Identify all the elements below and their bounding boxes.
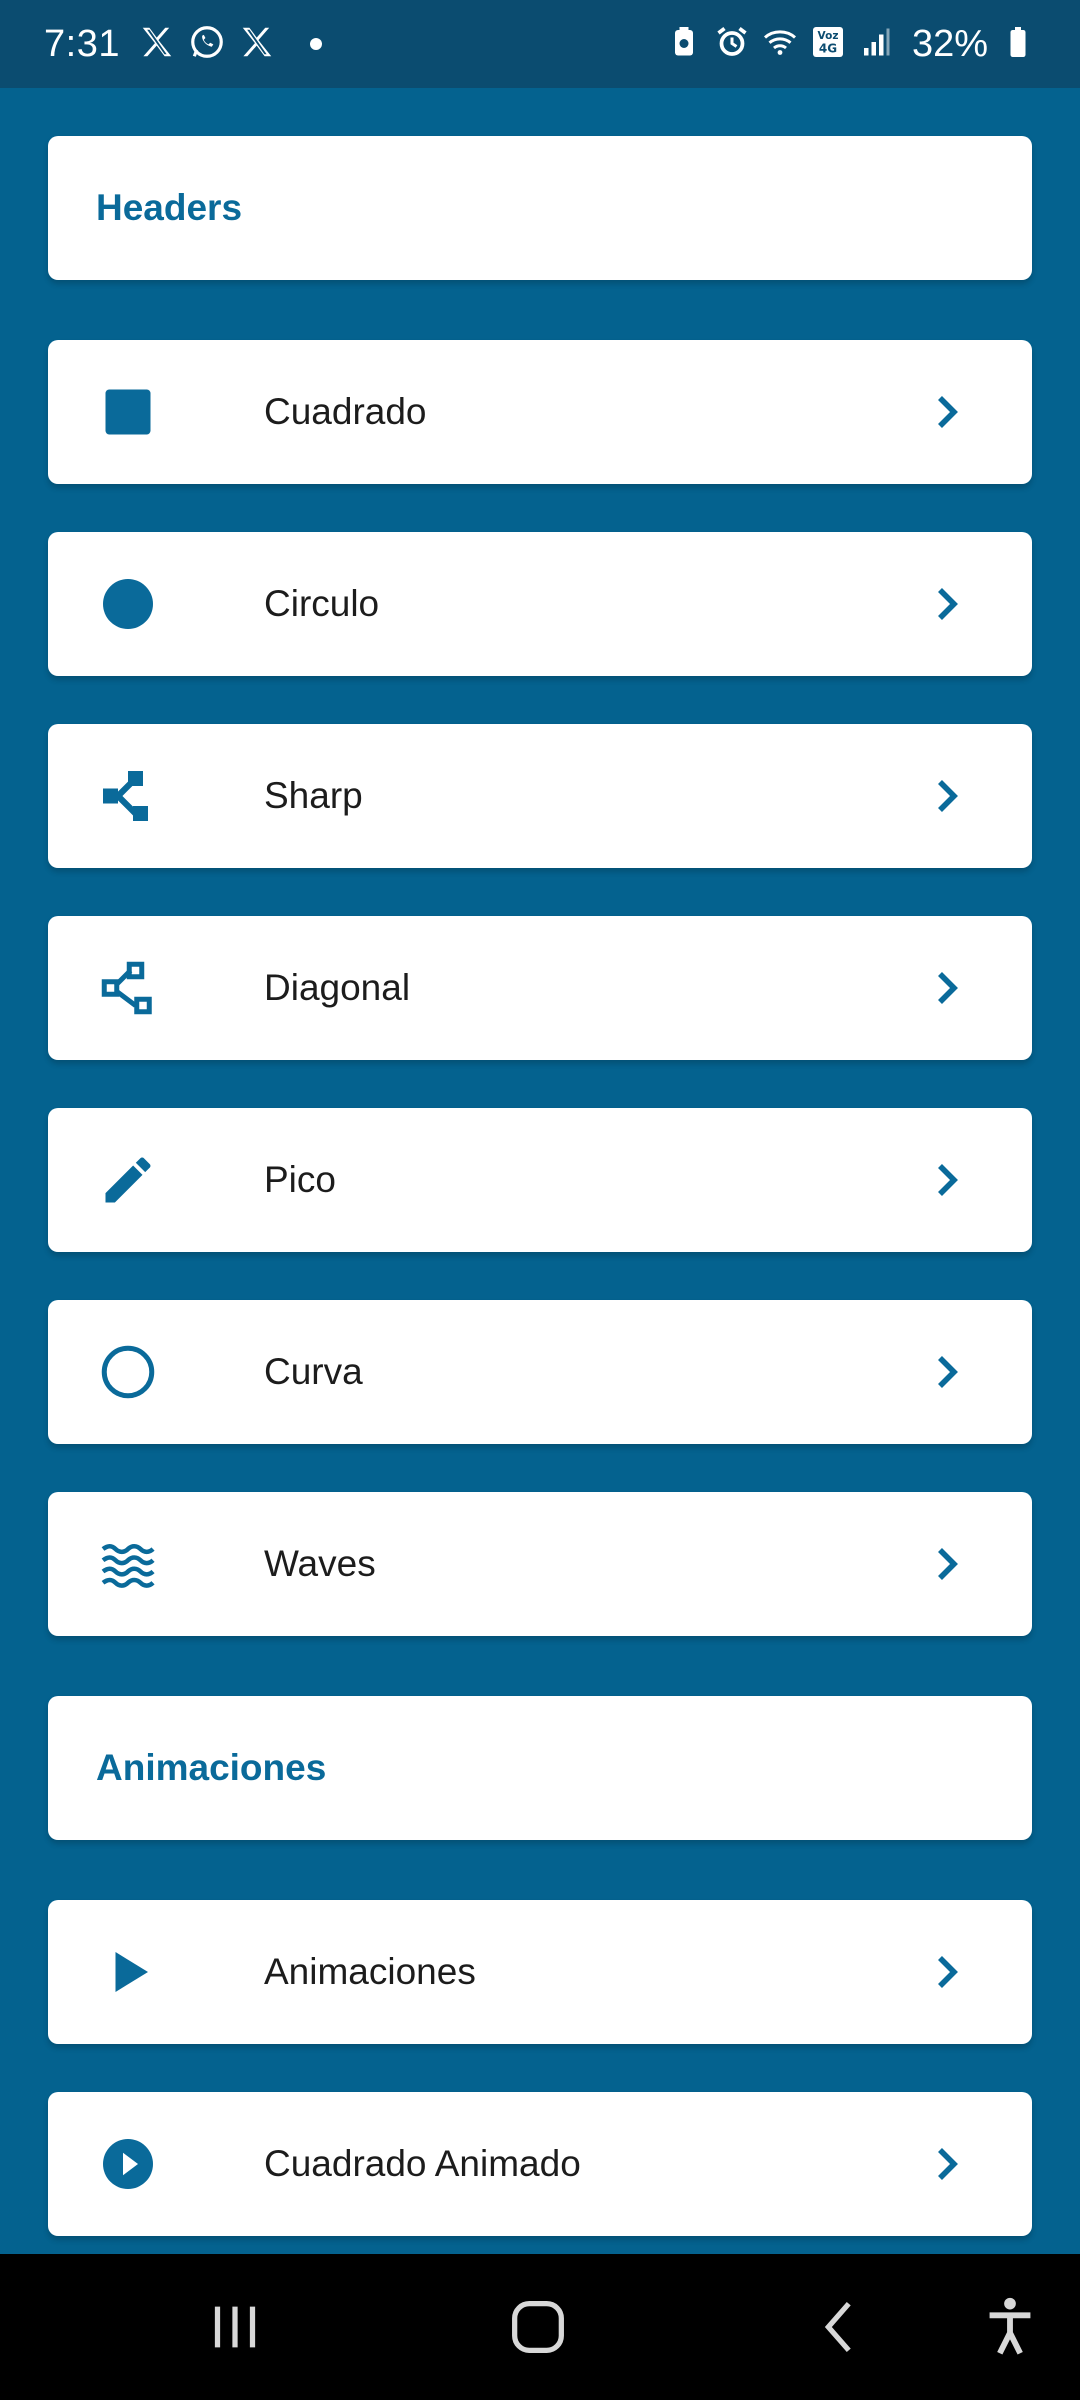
section-header-animaciones: Animaciones	[48, 1696, 1032, 1840]
svg-text:Voz: Voz	[817, 30, 838, 42]
chevron-right-icon	[922, 1156, 970, 1204]
list-item-pico[interactable]: Pico	[48, 1108, 1032, 1252]
section-title: Headers	[96, 187, 243, 228]
list-item-diagonal[interactable]: Diagonal	[48, 916, 1032, 1060]
battery-saver-icon	[666, 24, 702, 65]
accessibility-icon[interactable]	[975, 2292, 1045, 2362]
list-item-waves[interactable]: Waves	[48, 1492, 1032, 1636]
status-bar: 7:31 Voz 4G 32%	[0, 0, 1080, 88]
whatsapp-icon	[188, 23, 226, 66]
app-screen: 7:31 Voz 4G 32% Headers Cuadrado Circulo…	[0, 0, 1080, 2400]
x-icon	[238, 23, 276, 66]
battery-icon	[1000, 24, 1036, 65]
volte-4g-icon: Voz 4G	[810, 24, 846, 65]
chevron-right-icon	[922, 1540, 970, 1588]
chevron-right-icon	[922, 1348, 970, 1396]
chevron-right-icon	[922, 964, 970, 1012]
recent-apps-icon[interactable]	[200, 2292, 270, 2362]
circle-icon	[98, 574, 158, 634]
chevron-right-icon	[922, 580, 970, 628]
chevron-right-icon	[922, 1948, 970, 1996]
diagonal-nodes-icon	[98, 958, 158, 1018]
section-header-headers: Headers	[48, 136, 1032, 280]
notification-dot-icon	[309, 38, 322, 50]
pencil-icon	[98, 1150, 158, 1210]
wifi-icon	[762, 24, 798, 65]
chevron-right-icon	[922, 2140, 970, 2188]
list-item-label: Curva	[264, 1351, 363, 1392]
circle-outline-icon	[98, 1342, 158, 1402]
list-item-sharp[interactable]: Sharp	[48, 724, 1032, 868]
list-item-label: Waves	[264, 1543, 376, 1584]
chevron-right-icon	[922, 388, 970, 436]
svg-text:4G: 4G	[819, 41, 837, 55]
back-icon[interactable]	[805, 2292, 875, 2362]
signal-icon	[858, 24, 894, 65]
list-item-label: Diagonal	[264, 967, 411, 1008]
waves-icon	[98, 1534, 158, 1594]
list-item-label: Animaciones	[264, 1951, 476, 1992]
system-navigation-bar	[0, 2254, 1080, 2400]
square-icon	[98, 382, 158, 442]
home-icon[interactable]	[503, 2292, 573, 2362]
chevron-right-icon	[922, 772, 970, 820]
list-item-label: Cuadrado	[264, 391, 427, 432]
list-item-label: Sharp	[264, 775, 363, 816]
status-time: 7:31	[44, 22, 120, 65]
settings-list[interactable]: Headers Cuadrado Circulo Sharp Diagonal …	[0, 88, 1080, 2254]
play-circle-icon	[98, 2134, 158, 2194]
share-sharp-icon	[98, 766, 158, 826]
battery-percentage: 32%	[911, 22, 988, 65]
list-item-cuadrado-animado[interactable]: Cuadrado Animado	[48, 2092, 1032, 2236]
list-item-label: Circulo	[264, 583, 380, 624]
list-item-label: Pico	[264, 1159, 336, 1200]
x-icon	[138, 23, 176, 66]
list-item-label: Cuadrado Animado	[264, 2143, 581, 2184]
list-item-cuadrado[interactable]: Cuadrado	[48, 340, 1032, 484]
play-arrow-icon	[98, 1942, 158, 2002]
list-item-curva[interactable]: Curva	[48, 1300, 1032, 1444]
list-item-animaciones[interactable]: Animaciones	[48, 1900, 1032, 2044]
section-title: Animaciones	[96, 1747, 327, 1788]
alarm-icon	[714, 24, 750, 65]
list-item-circulo[interactable]: Circulo	[48, 532, 1032, 676]
